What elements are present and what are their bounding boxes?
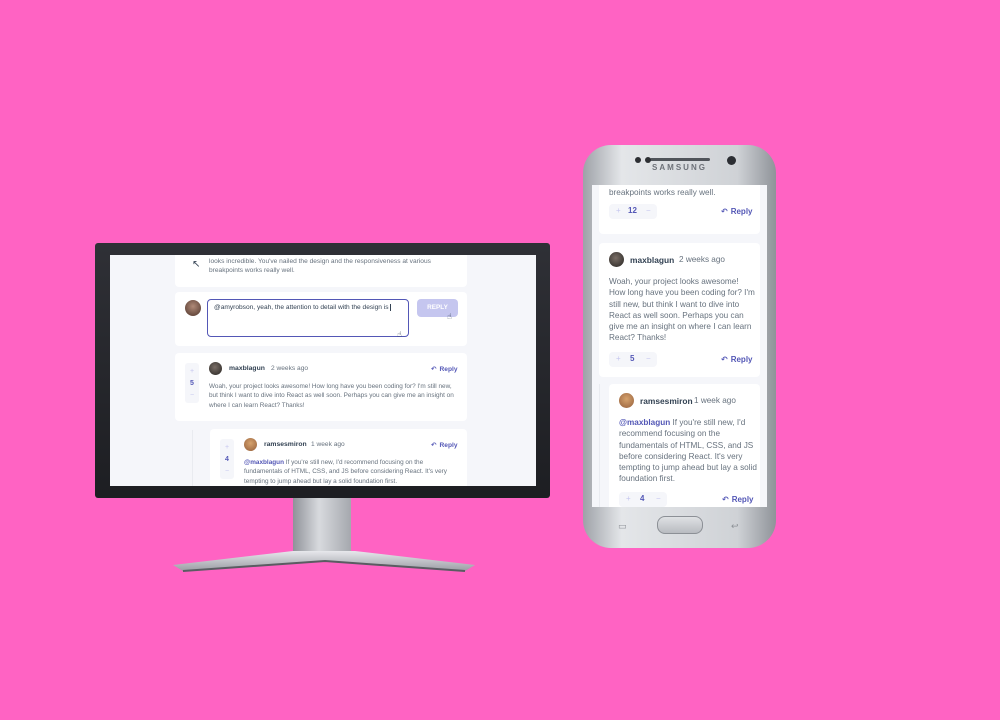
reply-arrow-icon: ↶ [721, 355, 728, 364]
mobile-phone: SAMSUNG breakpoints works really well. +… [583, 145, 776, 548]
monitor-stand-base [173, 551, 475, 572]
comment-card-ramsesmiron: + 4 − ramsesmiron 1 week ago ↶ Reply @max… [210, 429, 467, 486]
vote-widget: + 4 − [220, 439, 234, 479]
vote-widget: + 12 − [609, 204, 657, 219]
comment-text: looks incredible. You've nailed the desi… [209, 258, 431, 274]
comment-text: @maxblagun If you're still new, I'd reco… [619, 417, 757, 485]
pointer-cursor-icon: ☝ [397, 330, 402, 339]
monitor-neck [293, 498, 351, 552]
reply-arrow-icon: ↶ [431, 442, 437, 449]
downvote-button[interactable]: − [646, 354, 651, 363]
reply-button[interactable]: ↶ Reply [721, 207, 753, 216]
desktop-monitor: ↖ looks incredible. You've nailed the de… [95, 243, 550, 498]
home-button[interactable] [657, 516, 703, 534]
reply-form-card: @amyrobson, yeah, the attention to detai… [175, 292, 467, 346]
reply-label: Reply [439, 442, 458, 449]
reply-button[interactable]: ↶ Reply [721, 355, 753, 364]
reply-cursor-icon: ↖ [192, 259, 201, 270]
phone-speaker [650, 158, 710, 161]
username: ramsesmiron [640, 396, 693, 406]
downvote-button[interactable]: − [190, 392, 194, 399]
upvote-button[interactable]: + [616, 206, 621, 215]
avatar [209, 362, 222, 375]
score: 4 [225, 456, 229, 463]
comment-card-amyrobson: ↖ looks incredible. You've nailed the de… [175, 255, 467, 287]
comment-text: Woah, your project looks awesome! How lo… [609, 277, 755, 343]
comment-text: Woah, your project looks awesome! How lo… [209, 383, 454, 409]
upvote-button[interactable]: + [616, 354, 621, 363]
recent-apps-icon[interactable]: ▭ [618, 521, 627, 532]
comment-date: 2 weeks ago [271, 365, 309, 372]
comment-date: 1 week ago [311, 441, 345, 448]
comment-card-maxblagun: maxblagun 2 weeks ago Woah, your project… [599, 243, 760, 377]
mobile-screen: breakpoints works really well. + 12 − ↶ R… [592, 185, 767, 507]
reply-arrow-icon: ↶ [721, 207, 728, 216]
username: maxblagun [229, 365, 265, 372]
vote-widget: + 4 − [619, 492, 667, 507]
vote-widget: + 5 − [609, 352, 657, 367]
reply-label: Reply [731, 495, 754, 504]
reply-thread-line [599, 384, 600, 507]
comment-text-body: If you're still new, I'd recommend focus… [619, 418, 757, 484]
reply-label: Reply [730, 355, 753, 364]
desktop-screen: ↖ looks incredible. You've nailed the de… [110, 255, 536, 486]
comment-card-maxblagun: + 5 − maxblagun 2 weeks ago ↶ Reply Woah,… [175, 353, 467, 421]
downvote-button[interactable]: − [656, 494, 661, 503]
mention-link[interactable]: @maxblagun [619, 418, 670, 427]
comment-date: 2 weeks ago [679, 255, 725, 264]
comment-text: @maxblagun If you're still new, I'd reco… [244, 458, 458, 486]
comment-card-amyrobson: breakpoints works really well. + 12 − ↶ R… [599, 185, 760, 234]
back-icon[interactable]: ↩ [731, 521, 739, 532]
phone-brand: SAMSUNG [652, 163, 707, 172]
downvote-button[interactable]: − [646, 206, 651, 215]
reply-textarea-value: @amyrobson, yeah, the attention to detai… [214, 304, 389, 311]
reply-label: Reply [730, 207, 753, 216]
reply-thread-line [192, 430, 193, 486]
avatar [619, 393, 634, 408]
score: 4 [640, 494, 645, 503]
reply-arrow-icon: ↶ [722, 495, 729, 504]
reply-button[interactable]: ↶ Reply [431, 441, 458, 449]
reply-button[interactable]: ↶ Reply [431, 365, 458, 373]
reply-textarea[interactable]: @amyrobson, yeah, the attention to detai… [207, 299, 409, 337]
username: maxblagun [630, 255, 675, 265]
comment-date: 1 week ago [694, 396, 736, 405]
username: ramsesmiron [264, 441, 307, 448]
reply-button[interactable]: ↶ Reply [722, 495, 754, 504]
upvote-button[interactable]: + [626, 494, 631, 503]
avatar [244, 438, 257, 451]
downvote-button[interactable]: − [225, 468, 229, 475]
comment-card-ramsesmiron: ramsesmiron 1 week ago @maxblagun If you… [609, 384, 760, 507]
pointer-cursor-icon: ☝ [447, 312, 452, 321]
score: 12 [628, 206, 637, 215]
upvote-button[interactable]: + [190, 368, 194, 375]
upvote-button[interactable]: + [225, 444, 229, 451]
avatar [609, 252, 624, 267]
comment-text: breakpoints works really well. [609, 188, 716, 197]
reply-label: Reply [439, 366, 458, 373]
reply-arrow-icon: ↶ [431, 366, 437, 373]
score: 5 [630, 354, 635, 363]
score: 5 [190, 380, 194, 387]
vote-widget: + 5 − [185, 363, 199, 403]
current-user-avatar [185, 300, 201, 316]
mention-link[interactable]: @maxblagun [244, 459, 284, 466]
